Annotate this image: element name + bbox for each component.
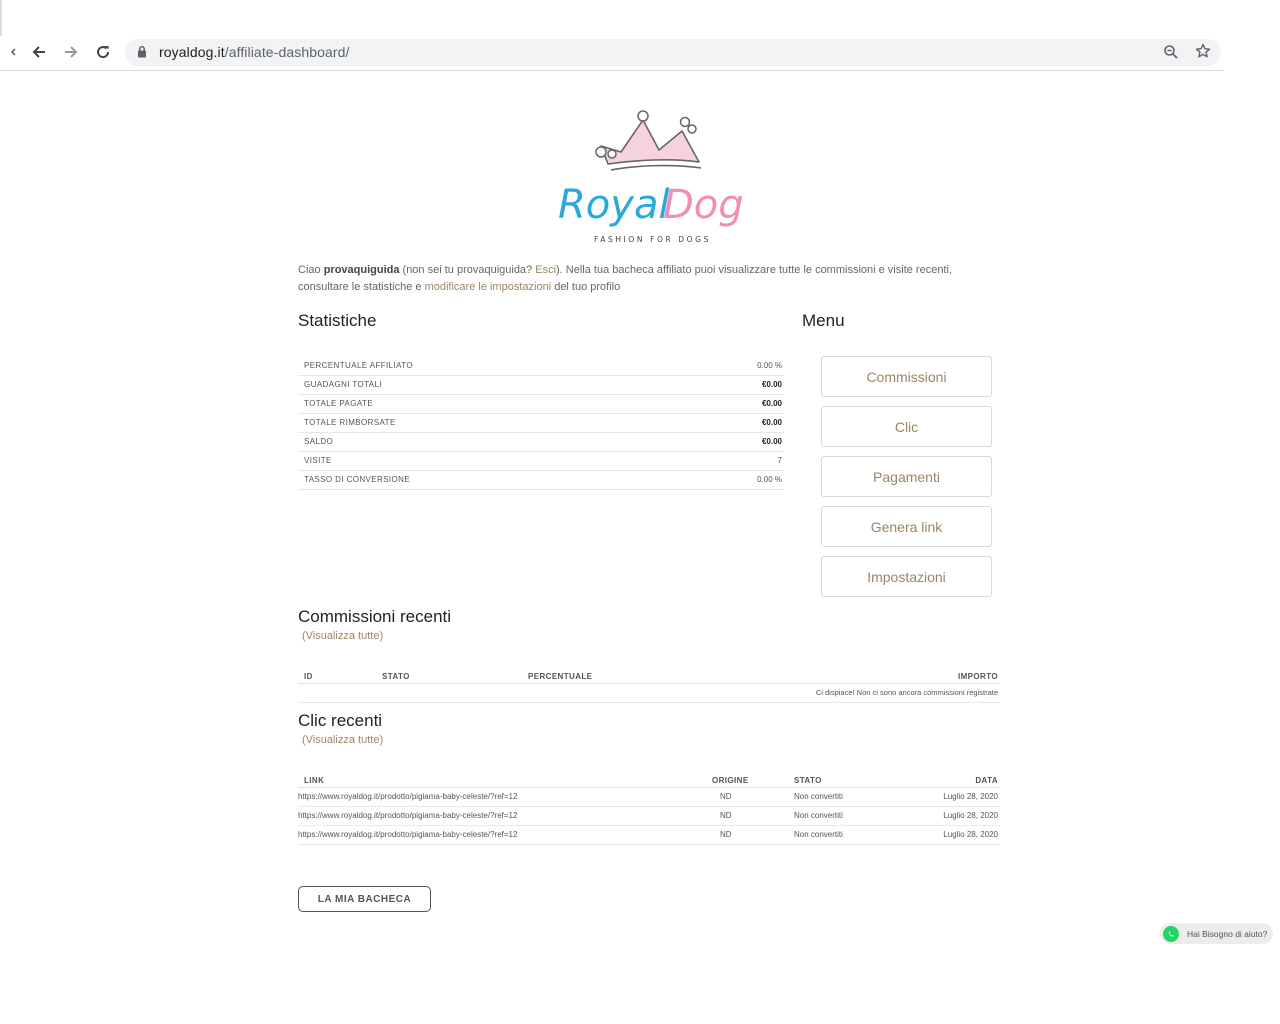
lock-icon <box>137 45 147 63</box>
table-row: https://www.royaldog.it/prodotto/pigiama… <box>298 825 1000 845</box>
bookmark-star-icon[interactable] <box>1195 43 1211 64</box>
menu-payments-button[interactable]: Pagamenti <box>821 456 992 497</box>
url-text: royaldog.it/affiliate-dashboard/ <box>159 44 350 60</box>
stats-row: TASSO DI CONVERSIONE 0.00 % <box>298 470 784 490</box>
menu-clicks-button[interactable]: Clic <box>821 406 992 447</box>
click-origin: ND <box>706 806 788 826</box>
stats-label: TASSO DI CONVERSIONE <box>298 470 676 490</box>
click-link: https://www.royaldog.it/prodotto/pigiama… <box>298 787 706 807</box>
menu-generate-link-button[interactable]: Genera link <box>821 506 992 547</box>
my-dashboard-button[interactable]: LA MIA BACHECA <box>298 886 431 912</box>
username: provaquiguida <box>323 264 400 276</box>
col-importo: IMPORTO <box>821 664 1000 684</box>
click-status: Non convertiti <box>788 825 893 845</box>
whatsapp-icon <box>1163 925 1179 942</box>
menu-title: Menu <box>802 311 845 330</box>
commissions-view-all-link[interactable]: (Visualizza tutte) <box>302 630 383 642</box>
table-header-row: ID STATO PERCENTUALE IMPORTO <box>298 664 1000 684</box>
stats-row: VISITE 7 <box>298 451 784 471</box>
tab-scroll-left-icon[interactable] <box>4 40 24 64</box>
stats-label: SALDO <box>298 432 676 452</box>
intro-section: Ciao provaquiguida (non sei tu provaquig… <box>298 262 1000 296</box>
edit-settings-link[interactable]: modificare le impostazioni <box>425 281 552 293</box>
click-status: Non convertiti <box>788 787 893 807</box>
stats-label: GUADAGNI TOTALI <box>298 375 676 395</box>
col-data: DATA <box>892 768 1000 788</box>
clicks-table: LINK ORIGINE STATO DATA https://www.roya… <box>298 768 1000 845</box>
click-date: Luglio 28, 2020 <box>892 825 1000 845</box>
stats-value: 0.00 % <box>675 470 784 490</box>
royaldog-logo[interactable]: Royal Dog FASHION FOR DOGS <box>556 106 746 248</box>
intro-text: Ciao provaquiguida (non sei tu provaquig… <box>298 264 952 293</box>
logo-tagline: FASHION FOR DOGS <box>594 235 711 244</box>
stats-value: €0.00 <box>675 394 784 414</box>
col-stato: STATO <box>376 664 522 684</box>
logo-dog-text: Dog <box>663 182 744 228</box>
stats-title: Statistiche <box>298 311 377 330</box>
clicks-view-all-link[interactable]: (Visualizza tutte) <box>302 734 383 746</box>
col-percentuale: PERCENTUALE <box>522 664 822 684</box>
table-row: Ci dispiace! Non ci sono ancora commissi… <box>298 683 1000 703</box>
click-link: https://www.royaldog.it/prodotto/pigiama… <box>298 806 706 826</box>
stats-row: SALDO €0.00 <box>298 432 784 452</box>
affiliate-menu: Commissioni Clic Pagamenti Genera link Impos… <box>821 356 992 606</box>
col-id: ID <box>298 664 376 684</box>
click-status: Non convertiti <box>788 806 893 826</box>
logo-graphic: Royal Dog FASHION FOR DOGS <box>558 110 744 244</box>
col-origine: ORIGINE <box>706 768 788 788</box>
clicks-title: Clic recenti <box>298 711 383 730</box>
click-link: https://www.royaldog.it/prodotto/pigiama… <box>298 825 706 845</box>
commissions-table: ID STATO PERCENTUALE IMPORTO Ci dispiace… <box>298 664 1000 703</box>
address-bar[interactable]: royaldog.it/affiliate-dashboard/ <box>125 39 1221 66</box>
click-origin: ND <box>706 825 788 845</box>
reload-icon[interactable] <box>91 40 115 64</box>
stats-row: TOTALE PAGATE €0.00 <box>298 394 784 414</box>
col-link: LINK <box>298 768 706 788</box>
stats-label: VISITE <box>298 451 676 471</box>
back-arrow-icon[interactable] <box>27 40 51 64</box>
stats-label: PERCENTUALE AFFILIATO <box>298 356 676 376</box>
stats-label: TOTALE RIMBORSATE <box>298 413 676 433</box>
stats-table: PERCENTUALE AFFILIATO 0.00 % GUADAGNI TOTA… <box>298 356 784 490</box>
menu-commissions-button[interactable]: Commissioni <box>821 356 992 397</box>
forward-arrow-icon[interactable] <box>59 40 83 64</box>
browser-toolbar: royaldog.it/affiliate-dashboard/ <box>0 0 1224 71</box>
stats-value: €0.00 <box>675 375 784 395</box>
whatsapp-help-button[interactable]: Hai Bisogno di aiuto? <box>1160 923 1273 944</box>
window-edge <box>0 0 2 36</box>
stats-value: €0.00 <box>675 413 784 433</box>
logo-royal-text: Royal <box>558 182 670 228</box>
empty-commissions-message: Ci dispiace! Non ci sono ancora commissi… <box>298 683 1000 703</box>
click-origin: ND <box>706 787 788 807</box>
logout-link[interactable]: Esci <box>535 264 556 276</box>
stats-value: 0.00 % <box>675 356 784 376</box>
table-header-row: LINK ORIGINE STATO DATA <box>298 768 1000 788</box>
zoom-out-icon[interactable] <box>1163 44 1179 65</box>
table-row: https://www.royaldog.it/prodotto/pigiama… <box>298 806 1000 826</box>
col-stato: STATO <box>788 768 893 788</box>
stats-value: 7 <box>675 451 784 471</box>
click-date: Luglio 28, 2020 <box>892 787 1000 807</box>
stats-label: TOTALE PAGATE <box>298 394 676 414</box>
click-date: Luglio 28, 2020 <box>892 806 1000 826</box>
stats-row: GUADAGNI TOTALI €0.00 <box>298 375 784 395</box>
stats-value: €0.00 <box>675 432 784 452</box>
menu-settings-button[interactable]: Impostazioni <box>821 556 992 597</box>
table-row: https://www.royaldog.it/prodotto/pigiama… <box>298 787 1000 807</box>
whatsapp-label: Hai Bisogno di aiuto? <box>1187 928 1268 939</box>
commissions-title: Commissioni recenti <box>298 607 452 626</box>
stats-row: PERCENTUALE AFFILIATO 0.00 % <box>298 356 784 376</box>
stats-row: TOTALE RIMBORSATE €0.00 <box>298 413 784 433</box>
